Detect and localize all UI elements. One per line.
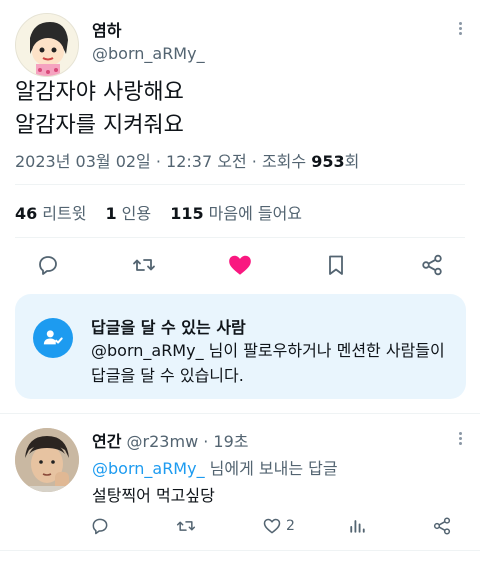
reply-mention-link[interactable]: @born_aRMy_ — [92, 459, 205, 478]
separator-dot: · — [155, 152, 167, 171]
users-icon — [33, 318, 73, 358]
reply-retweet-button[interactable] — [176, 514, 196, 538]
reply-text: 설탕찍어 먹고싶당 — [92, 486, 215, 505]
reply-restriction-description: @born_aRMy_ 님이 팔로우하거나 멘션한 사람들이 답글을 달 수 있… — [91, 341, 445, 385]
retweets-stat[interactable]: 46 리트윗 — [15, 204, 86, 223]
views-count: 953 — [311, 152, 345, 171]
reply-restriction-title: 답글을 달 수 있는 사람 — [91, 318, 246, 337]
share-icon — [433, 517, 451, 535]
more-icon[interactable] — [450, 428, 470, 448]
reply-reply-button[interactable] — [90, 514, 110, 538]
separator-dot: · — [251, 152, 262, 171]
reply-like-button[interactable]: 2 — [262, 514, 295, 538]
reply-header: 연간 @r23mw · 19초 — [92, 428, 249, 452]
retweets-label: 리트윗 — [42, 204, 87, 223]
tweet-stats: 46 리트윗 1 인용 115 마음에 들어요 — [15, 200, 316, 224]
section-divider — [0, 413, 480, 414]
author-avatar[interactable] — [15, 13, 79, 77]
reply-author-avatar[interactable] — [15, 428, 79, 492]
retweet-icon[interactable] — [130, 251, 158, 279]
reply-author-photo — [15, 428, 79, 492]
tweet-text-line-2: 알감자를 지켜줘요 — [15, 113, 184, 138]
tweet-text: 알감자야 사랑해요 알감자를 지켜줘요 — [15, 76, 184, 142]
views-icon — [350, 520, 365, 533]
like-icon[interactable] — [226, 251, 254, 279]
likes-count: 115 — [170, 204, 204, 223]
separator-dot: · — [198, 432, 214, 451]
likes-label: 마음에 들어요 — [208, 204, 303, 223]
likes-stat[interactable]: 115 마음에 들어요 — [170, 204, 302, 223]
reply-views-button[interactable] — [347, 514, 367, 538]
bookmark-icon[interactable] — [322, 251, 350, 279]
more-icon[interactable] — [450, 18, 470, 38]
retweet-icon — [176, 521, 196, 531]
reply-author-handle[interactable]: @r23mw — [127, 432, 199, 451]
divider — [15, 237, 465, 238]
reply-to-line: @born_aRMy_ 님에게 보내는 답글 — [92, 455, 338, 479]
retweets-count: 46 — [15, 204, 38, 223]
like-icon — [263, 518, 281, 534]
tweet-time[interactable]: 12:37 오전 — [166, 152, 247, 171]
quotes-count: 1 — [105, 204, 117, 223]
quotes-stat[interactable]: 1 인용 — [106, 204, 152, 223]
reply-icon — [92, 518, 108, 535]
tweet-meta: 2023년 03월 02일 · 12:37 오전 · 조회수 953회 — [15, 148, 359, 172]
reply-author-name[interactable]: 연간 — [92, 432, 121, 451]
reply-share-button[interactable] — [432, 514, 452, 538]
author-name[interactable]: 염하 — [92, 17, 121, 41]
divider — [15, 184, 465, 185]
tweet-date[interactable]: 2023년 03월 02일 — [15, 152, 151, 171]
quotes-label: 인용 — [121, 204, 152, 223]
views-label: 조회수 — [261, 152, 307, 171]
share-icon[interactable] — [418, 251, 446, 279]
reply-likes-count: 2 — [286, 518, 295, 534]
reply-icon[interactable] — [34, 251, 62, 279]
reply-time[interactable]: 19초 — [213, 432, 248, 451]
crayon-shin-chan-avatar-image — [16, 14, 78, 76]
divider — [0, 550, 480, 551]
views-suffix: 회 — [344, 152, 360, 171]
tweet-text-line-1: 알감자야 사랑해요 — [15, 80, 184, 105]
author-handle[interactable]: @born_aRMy_ — [92, 44, 205, 63]
reply-to-suffix: 님에게 보내는 답글 — [209, 459, 338, 478]
reply-restriction-notice: 답글을 달 수 있는 사람 @born_aRMy_ 님이 팔로우하거나 멘션한 … — [15, 294, 466, 399]
